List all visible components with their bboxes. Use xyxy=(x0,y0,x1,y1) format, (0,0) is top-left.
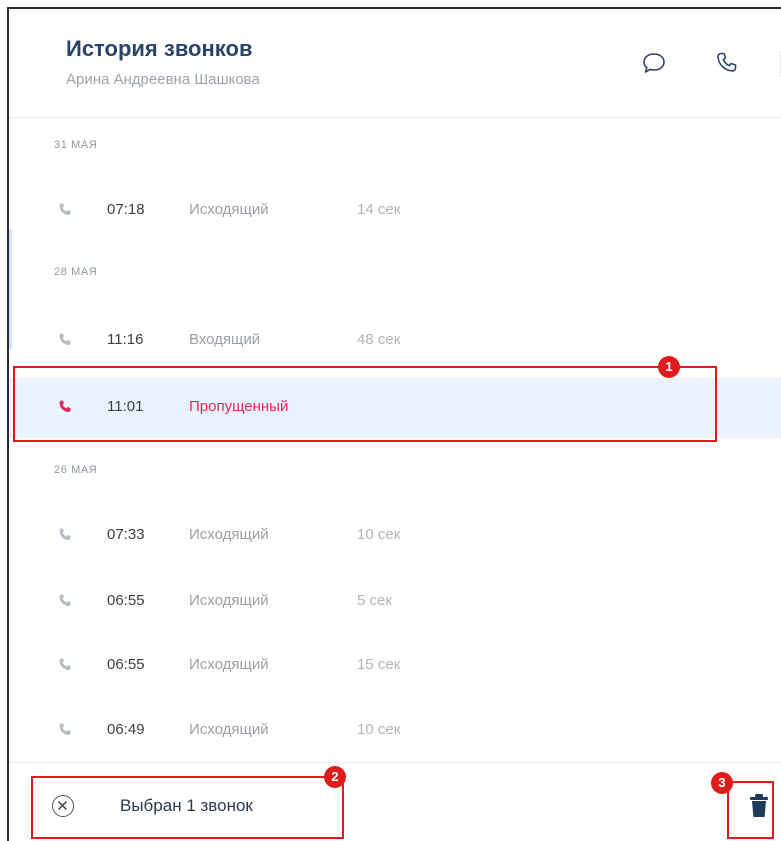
annotation-highlight xyxy=(31,776,344,839)
call-row[interactable]: 06:55 Исходящий 5 сек xyxy=(9,572,781,632)
call-duration: 48 сек xyxy=(357,331,401,348)
call-type: Исходящий xyxy=(189,656,269,673)
call-row[interactable]: 07:18 Исходящий 14 сек xyxy=(9,181,781,241)
phone-icon xyxy=(57,332,73,348)
phone-icon xyxy=(57,593,73,609)
call-type: Исходящий xyxy=(189,201,269,218)
annotation-badge: 1 xyxy=(658,356,680,378)
call-time: 07:18 xyxy=(107,201,145,218)
call-time: 11:16 xyxy=(107,331,144,348)
call-duration: 10 сек xyxy=(357,526,401,543)
call-row[interactable]: 06:55 Исходящий 15 сек xyxy=(9,636,781,696)
call-type: Исходящий xyxy=(189,592,269,609)
call-duration: 14 сек xyxy=(357,201,401,218)
date-header: 31 МАЯ xyxy=(54,139,98,151)
phone-icon xyxy=(57,202,73,218)
phone-icon xyxy=(57,722,73,738)
contact-name: Арина Андреевна Шашкова xyxy=(66,71,260,88)
annotation-badge: 3 xyxy=(711,772,733,794)
call-time: 07:33 xyxy=(107,526,145,543)
call-time: 06:49 xyxy=(107,721,145,738)
call-time: 06:55 xyxy=(107,656,145,673)
call-duration: 10 сек xyxy=(357,721,401,738)
call-row[interactable]: 06:49 Исходящий 10 сек xyxy=(9,701,781,761)
phone-icon xyxy=(57,527,73,543)
page-title: История звонков xyxy=(66,36,253,61)
chat-icon[interactable] xyxy=(641,50,667,76)
phone-icon xyxy=(57,657,73,673)
annotation-badge: 2 xyxy=(324,766,346,788)
annotation-highlight xyxy=(13,366,717,442)
call-history-header: История звонков Арина Андреевна Шашкова xyxy=(9,9,781,118)
call-duration: 5 сек xyxy=(357,592,392,609)
call-time: 06:55 xyxy=(107,592,145,609)
call-type: Исходящий xyxy=(189,526,269,543)
annotation-highlight xyxy=(727,781,774,839)
call-duration: 15 сек xyxy=(357,656,401,673)
call-type: Исходящий xyxy=(189,721,269,738)
date-header: 28 МАЯ xyxy=(54,266,98,278)
call-row[interactable]: 07:33 Исходящий 10 сек xyxy=(9,506,781,566)
date-header: 26 МАЯ xyxy=(54,464,98,476)
call-type: Входящий xyxy=(189,331,261,348)
phone-icon[interactable] xyxy=(714,50,740,76)
